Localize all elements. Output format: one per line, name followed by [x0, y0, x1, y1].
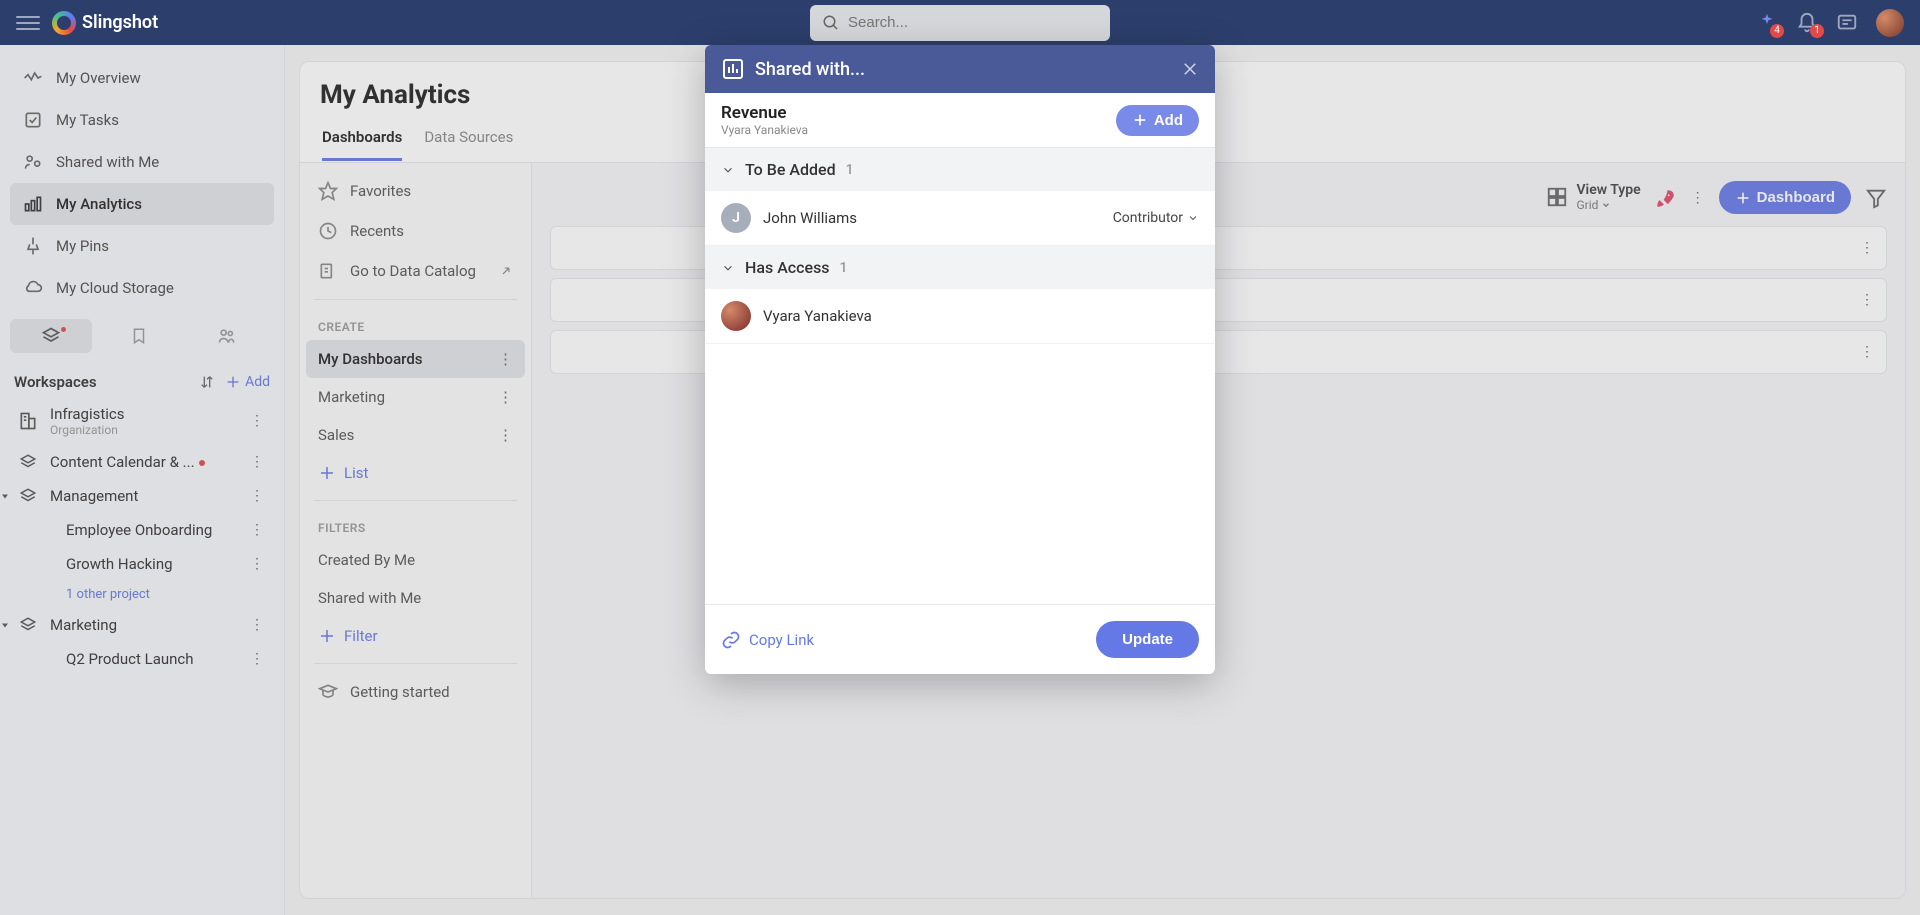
member-name: John Williams — [763, 209, 1101, 227]
section-to-be-added[interactable]: To Be Added 1 — [705, 148, 1215, 191]
member-avatar — [721, 301, 751, 331]
chat-icon[interactable] — [1836, 12, 1858, 34]
bell-badge: 1 — [1810, 24, 1824, 38]
chevron-down-icon — [1187, 212, 1199, 224]
member-role-dropdown[interactable]: Contributor — [1113, 210, 1199, 226]
close-icon[interactable] — [1181, 60, 1199, 78]
member-row: J John Williams Contributor — [705, 191, 1215, 246]
ai-sparkle-icon[interactable]: 4 — [1756, 12, 1778, 34]
copy-link-button[interactable]: Copy Link — [721, 630, 814, 650]
topbar: Slingshot 4 1 — [0, 0, 1920, 45]
search-box[interactable] — [810, 5, 1110, 41]
modal-subheader: Revenue Vyara Yanakieva Add — [705, 93, 1215, 148]
search-icon — [822, 14, 840, 32]
member-name: Vyara Yanakieva — [763, 307, 1199, 325]
modal-header: Shared with... — [705, 45, 1215, 93]
shared-with-modal: Shared with... Revenue Vyara Yanakieva A… — [705, 45, 1215, 674]
dashboard-icon — [721, 57, 745, 81]
ai-badge: 4 — [1770, 24, 1784, 38]
member-row: Vyara Yanakieva — [705, 289, 1215, 344]
brand-name: Slingshot — [82, 12, 158, 33]
update-button[interactable]: Update — [1096, 621, 1199, 658]
modal-body: To Be Added 1 J John Williams Contributo… — [705, 148, 1215, 604]
bell-icon[interactable]: 1 — [1796, 12, 1818, 34]
modal-footer: Copy Link Update — [705, 604, 1215, 674]
modal-item-owner: Vyara Yanakieva — [721, 123, 1116, 137]
brand-logo-icon — [52, 11, 76, 35]
link-icon — [721, 630, 741, 650]
chevron-down-icon — [721, 163, 735, 177]
search-input[interactable] — [848, 14, 1098, 31]
member-avatar: J — [721, 203, 751, 233]
add-member-button[interactable]: Add — [1116, 105, 1199, 136]
user-avatar[interactable] — [1876, 9, 1904, 37]
modal-item-title: Revenue — [721, 103, 1116, 123]
modal-title: Shared with... — [755, 59, 1171, 80]
menu-button[interactable] — [16, 11, 40, 35]
brand[interactable]: Slingshot — [52, 11, 158, 35]
section-has-access[interactable]: Has Access 1 — [705, 246, 1215, 289]
chevron-down-icon — [721, 261, 735, 275]
